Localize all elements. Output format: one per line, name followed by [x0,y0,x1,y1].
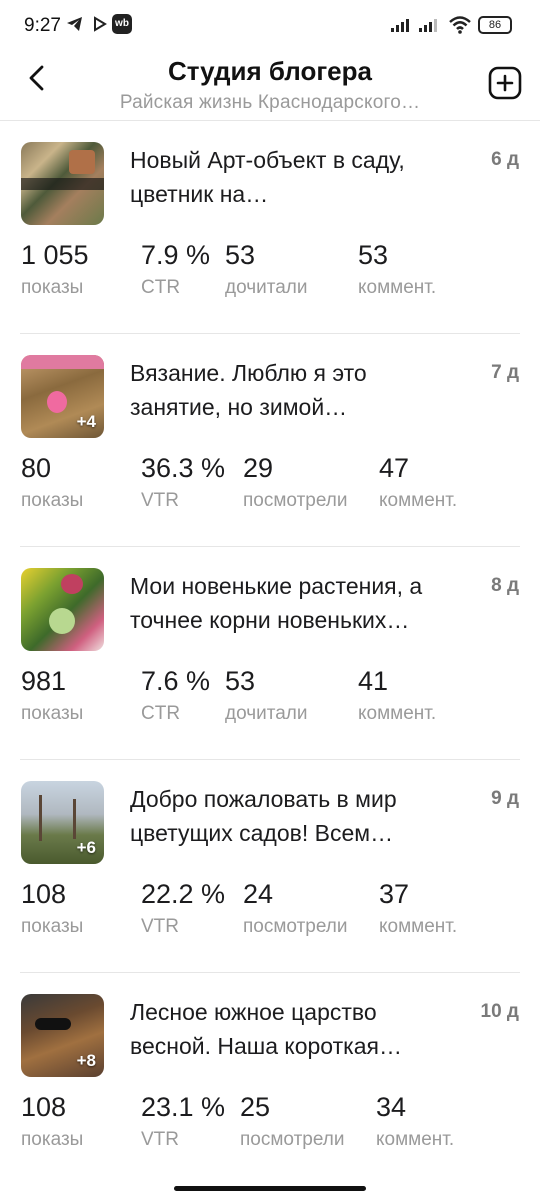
thumbnail-extra-count: +4 [76,412,96,431]
post-title: Мои новенькие растения, а точнее корни н… [130,573,423,633]
signal-icon [390,17,414,38]
stat-impressions: 80 показы [21,453,84,511]
page-title: Студия блогера [168,56,372,86]
post-title: Лесное южное царство весной. Наша коротк… [130,999,402,1059]
stat-comments: 47 коммент. [379,453,458,511]
stat-rate: 22.2 % VTR [141,879,226,937]
post-age: 8 д [491,575,519,596]
stat-impressions: 1 055 показы [21,240,89,298]
stat-rate: 36.3 % VTR [141,453,226,511]
post-thumbnail: +4 [21,355,104,438]
post-age: 7 д [491,362,519,383]
home-indicator[interactable] [174,1186,366,1191]
plus-square-icon [488,66,522,104]
post-title: Добро пожаловать в мир цветущих садов! В… [130,786,397,846]
post-age: 10 д [480,1001,519,1022]
post-list: Новый Арт-объект в саду, цветник на… 6 д… [0,121,540,1186]
post-thumbnail [21,142,104,225]
status-time: 9:27 [24,15,61,36]
play-icon [92,15,108,38]
thumbnail-extra-count: +8 [76,1051,96,1070]
post-thumbnail [21,568,104,651]
stat-comments: 37 коммент. [379,879,458,937]
wifi-icon [448,15,472,40]
stat-reads: 53 дочитали [225,666,308,724]
post-thumbnail: +8 [21,994,104,1077]
stat-views: 29 посмотрели [243,453,348,511]
stat-reads: 53 дочитали [225,240,308,298]
stat-rate: 7.9 % CTR [141,240,211,298]
stat-impressions: 108 показы [21,1092,84,1150]
post-title: Новый Арт-объект в саду, цветник на… [130,147,405,207]
post-title: Вязание. Люблю я это занятие, но зимой… [130,360,367,420]
add-post-button[interactable] [488,66,522,100]
post-age: 9 д [491,788,519,809]
post-card[interactable]: +8 Лесное южное царство весной. Наша кор… [0,973,540,1186]
signal-icon [418,17,442,38]
post-age: 6 д [491,149,519,170]
stat-views: 24 посмотрели [243,879,348,937]
battery-icon: 86 [478,16,512,34]
stat-comments: 41 коммент. [358,666,437,724]
stat-rate: 23.1 % VTR [141,1092,226,1150]
wb-icon: wb [112,14,132,34]
status-bar: 9:27 wb 86 [0,0,540,52]
post-card[interactable]: +6 Добро пожаловать в мир цветущих садов… [0,760,540,973]
stat-impressions: 981 показы [21,666,84,724]
channel-subtitle: Райская жизнь Краснодарского… [119,92,421,113]
post-card[interactable]: +4 Вязание. Люблю я это занятие, но зимо… [0,334,540,547]
stat-rate: 7.6 % CTR [141,666,211,724]
post-thumbnail: +6 [21,781,104,864]
stat-views: 25 посмотрели [240,1092,345,1150]
thumbnail-extra-count: +6 [76,838,96,857]
telegram-icon [66,15,84,38]
stat-impressions: 108 показы [21,879,84,937]
stat-comments: 34 коммент. [376,1092,455,1150]
stat-comments: 53 коммент. [358,240,437,298]
post-card[interactable]: Новый Арт-объект в саду, цветник на… 6 д… [0,121,540,334]
post-card[interactable]: Мои новенькие растения, а точнее корни н… [0,547,540,760]
app-header: Студия блогера Райская жизнь Краснодарск… [0,52,540,120]
